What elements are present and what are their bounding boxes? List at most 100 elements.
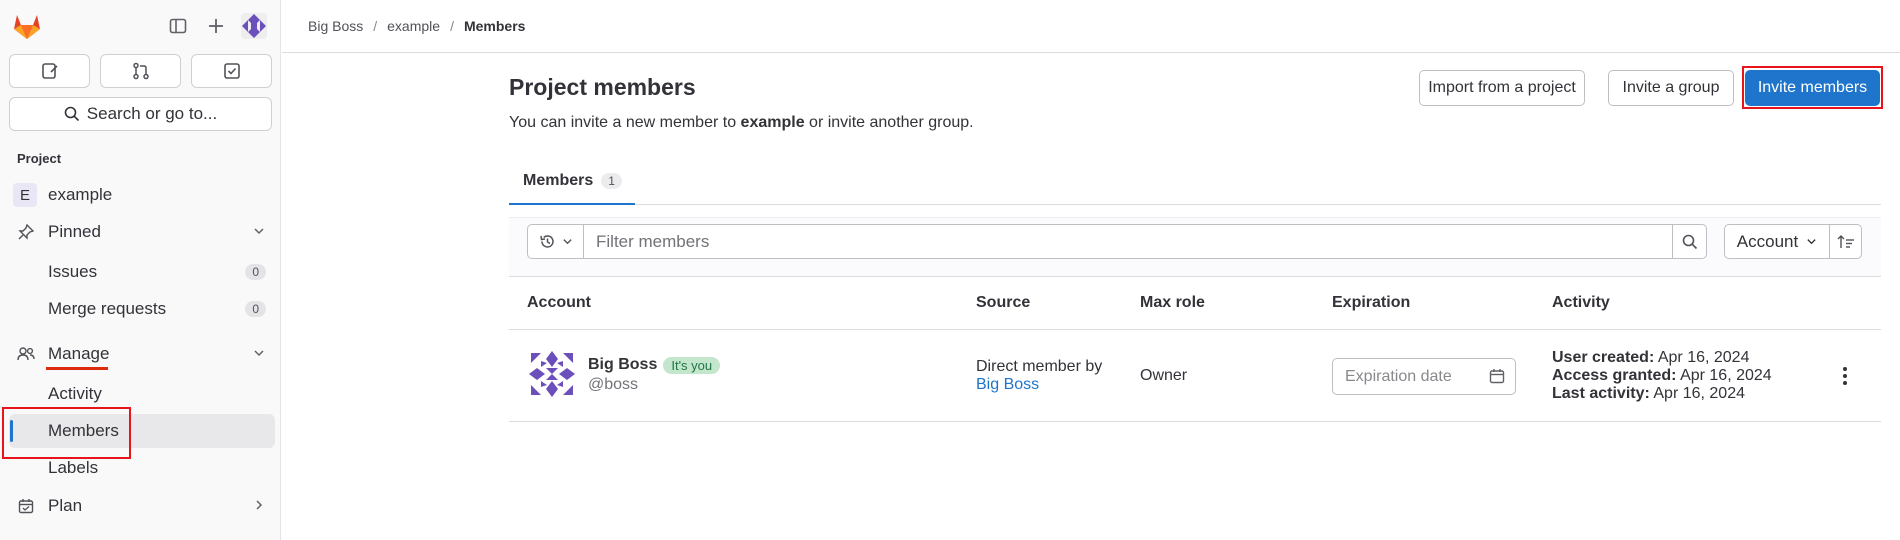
search-label: Search or go to...: [86, 104, 218, 123]
breadcrumb-separator: /: [450, 18, 454, 34]
table-row: Big Boss It's you @boss Direct member by…: [509, 330, 1881, 422]
sidebar-top: [0, 0, 280, 52]
tabs-bar: Members 1: [509, 158, 1881, 205]
users-icon: [17, 345, 35, 363]
sidebar-item-labels[interactable]: Labels: [9, 451, 275, 485]
activity-value: Apr 16, 2024: [1654, 349, 1750, 366]
page-title: Project members: [509, 74, 696, 100]
activity-value: Apr 16, 2024: [1676, 367, 1772, 384]
sidebar-item-activity[interactable]: Activity: [9, 377, 275, 411]
sidebar-item-pinned[interactable]: Pinned: [9, 215, 275, 249]
member-avatar[interactable]: [527, 349, 577, 399]
sidebar-item-label: Manage: [48, 344, 110, 363]
subtitle-text: You can invite a new member to: [509, 114, 741, 131]
member-name[interactable]: Big Boss It's you: [588, 356, 721, 374]
member-max-role: Owner: [1140, 367, 1188, 384]
page-subtitle: You can invite a new member to example o…: [509, 114, 974, 132]
activity-last-activity: Last activity: Apr 16, 2024: [1552, 385, 1745, 403]
more-actions-icon[interactable]: [1835, 366, 1855, 386]
manage-highlight-underline: [46, 367, 108, 370]
plus-icon[interactable]: [204, 14, 228, 38]
activity-user-created: User created: Apr 16, 2024: [1552, 349, 1749, 367]
chevron-down-icon: [253, 222, 265, 242]
subtitle-text-end: or invite another group.: [804, 114, 974, 131]
shortcuts-bar: [9, 54, 272, 88]
sidebar-toggle-icon[interactable]: [166, 14, 190, 38]
column-header-max-role: Max role: [1140, 294, 1205, 311]
sidebar: Search or go to... Project E example Pin…: [0, 0, 281, 540]
sidebar-item-project[interactable]: E example: [9, 178, 275, 212]
user-avatar[interactable]: [241, 13, 267, 39]
recent-searches-button[interactable]: [527, 224, 584, 259]
column-header-account: Account: [527, 294, 591, 311]
column-header-expiration: Expiration: [1332, 294, 1411, 311]
search-icon: [64, 106, 79, 122]
todos-shortcut-button[interactable]: [191, 54, 272, 88]
search-icon: [1682, 234, 1697, 249]
subtitle-project-name: example: [740, 114, 805, 131]
breadcrumb-project-link[interactable]: example: [387, 18, 440, 34]
issues-shortcut-button[interactable]: [9, 54, 90, 88]
sidebar-item-label: Plan: [48, 496, 83, 515]
tab-members[interactable]: Members 1: [509, 158, 635, 205]
history-icon: [539, 235, 554, 248]
member-source-link[interactable]: Big Boss: [976, 376, 1039, 394]
search-button[interactable]: Search or go to...: [9, 97, 272, 131]
pin-icon: [17, 223, 35, 241]
sort-field-label: Account: [1736, 231, 1799, 251]
merge-requests-shortcut-button[interactable]: [100, 54, 181, 88]
invite-members-highlight-box: [1742, 66, 1883, 109]
expiration-date-input[interactable]: Expiration date: [1332, 358, 1516, 395]
issues-icon: [41, 63, 58, 79]
sort-ascending-icon: [1837, 234, 1854, 248]
chevron-down-icon: [1807, 239, 1816, 245]
tab-label: Members: [523, 171, 594, 189]
merge-request-icon: [132, 62, 149, 80]
breadcrumb-separator: /: [373, 18, 378, 34]
member-username: @boss: [588, 376, 639, 393]
column-header-activity: Activity: [1552, 294, 1610, 311]
calendar-icon: [1489, 369, 1505, 384]
todo-icon: [223, 63, 240, 79]
column-header-source: Source: [976, 294, 1031, 311]
import-from-project-button[interactable]: Import from a project: [1419, 70, 1585, 106]
filter-search-button[interactable]: [1672, 224, 1707, 259]
filter-bar: Filter members Account: [509, 217, 1881, 277]
activity-label: Last activity:: [1552, 385, 1650, 402]
member-name-text: Big Boss: [588, 356, 658, 373]
chevron-down-icon: [253, 344, 265, 364]
members-table-header: Account Source Max role Expiration Activ…: [509, 278, 1881, 330]
sidebar-item-manage[interactable]: Manage: [9, 337, 275, 371]
calendar-icon: [17, 497, 35, 515]
breadcrumb-current[interactable]: Members: [464, 18, 525, 34]
issues-count-badge: 0: [245, 264, 266, 280]
sidebar-item-label: Pinned: [48, 222, 101, 241]
its-you-badge: It's you: [663, 356, 721, 374]
member-source-text: Direct member by: [976, 358, 1103, 375]
invite-group-button[interactable]: Invite a group: [1608, 70, 1734, 106]
expiration-date-placeholder: Expiration date: [1345, 367, 1452, 385]
activity-access-granted: Access granted: Apr 16, 2024: [1552, 367, 1772, 385]
sidebar-item-plan[interactable]: Plan: [9, 489, 275, 523]
sort-field-dropdown[interactable]: Account: [1724, 224, 1830, 259]
sidebar-item-label: example: [48, 185, 113, 204]
gitlab-logo-icon[interactable]: [12, 12, 42, 40]
sort-direction-button[interactable]: [1829, 224, 1862, 259]
sidebar-section-label: Project: [17, 151, 62, 166]
top-bar: Big Boss / example / Members: [282, 0, 1900, 53]
activity-value: Apr 16, 2024: [1649, 385, 1745, 402]
filter-members-input[interactable]: Filter members: [583, 224, 1673, 259]
merge-requests-count-badge: 0: [245, 301, 266, 317]
sidebar-item-label: Labels: [48, 458, 99, 477]
chevron-down-icon: [562, 239, 572, 245]
sidebar-item-issues[interactable]: Issues 0: [9, 255, 275, 289]
sidebar-item-label: Issues: [48, 262, 98, 281]
activity-label: User created:: [1552, 349, 1655, 366]
breadcrumb: Big Boss / example / Members: [308, 18, 525, 34]
activity-label: Access granted:: [1552, 367, 1677, 384]
project-avatar: E: [13, 183, 37, 207]
breadcrumb-group-link[interactable]: Big Boss: [308, 18, 363, 34]
tab-count-badge: 1: [601, 172, 622, 189]
sidebar-item-label: Merge requests: [48, 299, 167, 318]
sidebar-item-merge-requests[interactable]: Merge requests 0: [9, 292, 275, 326]
